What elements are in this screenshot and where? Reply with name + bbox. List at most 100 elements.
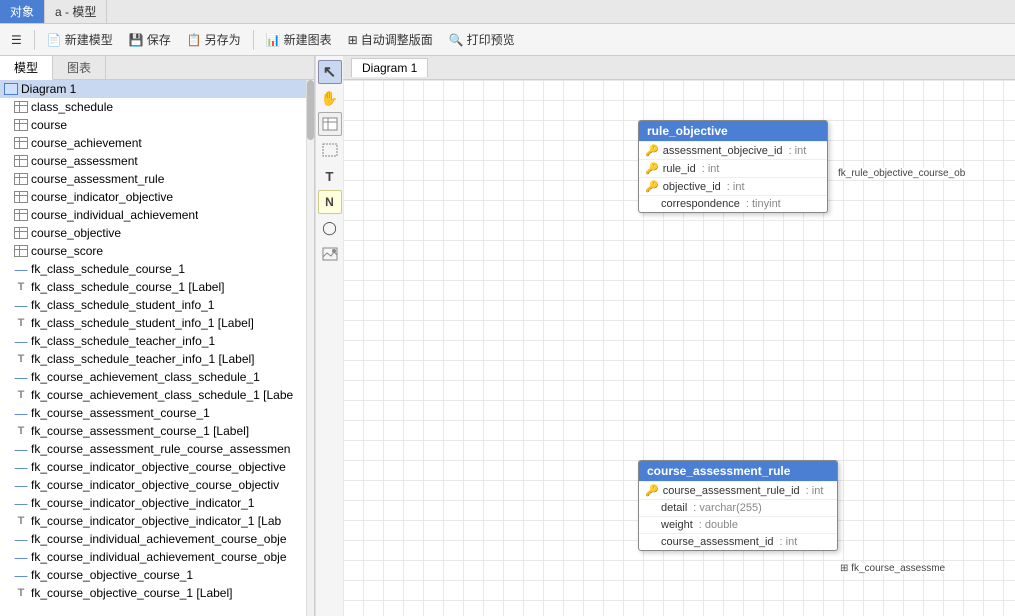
table-tool-icon bbox=[322, 117, 338, 131]
arrow-icon: — bbox=[14, 263, 28, 275]
tree-item-fk5[interactable]: — fk_course_assessment_course_1 bbox=[0, 404, 314, 422]
tree-item-fk12[interactable]: — fk_course_objective_course_1 bbox=[0, 566, 314, 584]
tool-image[interactable] bbox=[318, 242, 342, 266]
table-course-assessment-rule[interactable]: course_assessment_rule 🔑 course_assessme… bbox=[638, 460, 838, 551]
scroll-thumb[interactable] bbox=[307, 80, 314, 140]
tree-item-fk10[interactable]: — fk_course_individual_achievement_cours… bbox=[0, 530, 314, 548]
tree-item-label: course_assessment bbox=[31, 154, 138, 168]
new-table-button[interactable]: 📊 新建图表 bbox=[259, 27, 339, 52]
table-row: course_assessment_id : int bbox=[639, 533, 837, 550]
canvas[interactable]: fk_rule_objective_course_assessment_rule… bbox=[343, 80, 1015, 616]
tree-item-fk11[interactable]: — fk_course_individual_achievement_cours… bbox=[0, 548, 314, 566]
save-as-button[interactable]: 📋 另存为 bbox=[180, 27, 248, 52]
tree-item-course_individual_achievement[interactable]: course_individual_achievement bbox=[0, 206, 314, 224]
tree-item-course_assessment[interactable]: course_assessment bbox=[0, 152, 314, 170]
arrow-icon: — bbox=[14, 551, 28, 563]
key-icon: 🔑 bbox=[645, 484, 659, 497]
tree-item-fk12-label[interactable]: T fk_course_objective_course_1 [Label] bbox=[0, 584, 314, 602]
diagram-tab-1[interactable]: Diagram 1 bbox=[351, 58, 428, 77]
tab-model-panel[interactable]: 模型 bbox=[0, 56, 53, 80]
tree-item-label: fk_course_indicator_objective_course_obj… bbox=[31, 460, 286, 474]
table-icon bbox=[14, 209, 28, 221]
left-scrollbar[interactable] bbox=[306, 80, 314, 616]
save-as-icon: 📋 bbox=[187, 33, 202, 47]
tree-item-fk4[interactable]: — fk_course_achievement_class_schedule_1 bbox=[0, 368, 314, 386]
table-icon bbox=[14, 155, 28, 167]
tree-list[interactable]: Diagram 1 class_schedule course course_a… bbox=[0, 80, 314, 616]
tool-hand[interactable]: ✋ bbox=[318, 86, 342, 110]
tree-item-label: fk_course_indicator_objective_indicator_… bbox=[31, 496, 254, 510]
print-preview-button[interactable]: 🔍 打印预览 bbox=[442, 27, 522, 52]
tool-select[interactable]: ↖ bbox=[318, 60, 342, 84]
tool-shape[interactable]: ◯ bbox=[318, 216, 342, 240]
new-table-icon: 📊 bbox=[266, 33, 281, 47]
tree-item-fk1-label[interactable]: T fk_class_schedule_course_1 [Label] bbox=[0, 278, 314, 296]
tree-item-course_assessment_rule[interactable]: course_assessment_rule bbox=[0, 170, 314, 188]
tree-item-fk6[interactable]: — fk_course_assessment_rule_course_asses… bbox=[0, 440, 314, 458]
tree-item-label: Diagram 1 bbox=[21, 82, 76, 96]
tree-item-fk1[interactable]: — fk_class_schedule_course_1 bbox=[0, 260, 314, 278]
tree-item-course_score[interactable]: course_score bbox=[0, 242, 314, 260]
tool-text[interactable]: T bbox=[318, 164, 342, 188]
link-icon: T bbox=[14, 281, 28, 293]
new-model-button[interactable]: 📄 新建模型 bbox=[40, 27, 120, 52]
tree-item-fk3[interactable]: — fk_class_schedule_teacher_info_1 bbox=[0, 332, 314, 350]
table-icon bbox=[14, 119, 28, 131]
tree-item-fk9-label[interactable]: T fk_course_indicator_objective_indicato… bbox=[0, 512, 314, 530]
table-rule-objective[interactable]: rule_objective 🔑 assessment_objecive_id … bbox=[638, 120, 828, 213]
hand-icon: ✋ bbox=[321, 90, 338, 107]
auto-layout-button[interactable]: ⊞ 自动调整版面 bbox=[341, 27, 440, 52]
tab-graph-panel[interactable]: 图表 bbox=[53, 56, 106, 79]
top-tab-bar: 对象 a - 模型 bbox=[0, 0, 1015, 24]
tree-item-fk7[interactable]: — fk_course_indicator_objective_course_o… bbox=[0, 458, 314, 476]
tree-item-fk8[interactable]: — fk_course_indicator_objective_course_o… bbox=[0, 476, 314, 494]
tree-item-fk5-label[interactable]: T fk_course_assessment_course_1 [Label] bbox=[0, 422, 314, 440]
tree-item-fk3-label[interactable]: T fk_class_schedule_teacher_info_1 [Labe… bbox=[0, 350, 314, 368]
table-row: detail : varchar(255) bbox=[639, 499, 837, 516]
tree-item-fk4-label[interactable]: T fk_course_achievement_class_schedule_1… bbox=[0, 386, 314, 404]
arrow-icon: — bbox=[14, 371, 28, 383]
tree-item-fk2-label[interactable]: T fk_class_schedule_student_info_1 [Labe… bbox=[0, 314, 314, 332]
shape-tool-icon: ◯ bbox=[322, 220, 337, 236]
key-icon: 🔑 bbox=[645, 180, 659, 193]
tree-item-course[interactable]: course bbox=[0, 116, 314, 134]
auto-layout-icon: ⊞ bbox=[348, 33, 358, 47]
sep2 bbox=[253, 30, 254, 50]
tool-note[interactable]: N bbox=[318, 190, 342, 214]
tree-item-label: course_objective bbox=[31, 226, 121, 240]
tab-model-label: a - 模型 bbox=[55, 3, 96, 20]
resize-tool-icon bbox=[322, 143, 338, 157]
tree-item-label: fk_course_objective_course_1 bbox=[31, 568, 193, 582]
table-header-rule-objective: rule_objective bbox=[639, 121, 827, 141]
link-icon: T bbox=[14, 515, 28, 527]
relation-label-3: ⊞ fk_course_assessme bbox=[840, 563, 945, 574]
key-icon: 🔑 bbox=[645, 144, 659, 157]
arrow-icon: — bbox=[14, 533, 28, 545]
table-row: 🔑 course_assessment_rule_id : int bbox=[639, 481, 837, 499]
tree-item-label: fk_class_schedule_student_info_1 [Label] bbox=[31, 316, 254, 330]
table-header-car: course_assessment_rule bbox=[639, 461, 837, 481]
arrow-icon: — bbox=[14, 299, 28, 311]
tree-item-course_indicator_objective[interactable]: course_indicator_objective bbox=[0, 188, 314, 206]
tree-item-fk2[interactable]: — fk_class_schedule_student_info_1 bbox=[0, 296, 314, 314]
hamburger-menu[interactable]: ☰ bbox=[4, 29, 29, 51]
link-icon: T bbox=[14, 389, 28, 401]
tab-model[interactable]: a - 模型 bbox=[45, 0, 107, 23]
tool-resize[interactable] bbox=[318, 138, 342, 162]
table-row: 🔑 objective_id : int bbox=[639, 177, 827, 195]
tree-item-diagram1[interactable]: Diagram 1 bbox=[0, 80, 314, 98]
text-tool-icon: T bbox=[326, 169, 334, 184]
tree-item-label: fk_course_individual_achievement_course_… bbox=[31, 532, 287, 546]
tree-item-course_objective[interactable]: course_objective bbox=[0, 224, 314, 242]
tab-objects[interactable]: 对象 bbox=[0, 0, 45, 23]
tree-item-label: fk_course_objective_course_1 [Label] bbox=[31, 586, 232, 600]
save-button[interactable]: 💾 保存 bbox=[122, 27, 178, 52]
tree-item-label: course_individual_achievement bbox=[31, 208, 198, 222]
tree-item-class_schedule[interactable]: class_schedule bbox=[0, 98, 314, 116]
table-icon bbox=[14, 245, 28, 257]
tree-item-fk9[interactable]: — fk_course_indicator_objective_indicato… bbox=[0, 494, 314, 512]
relation-label-1: fk_rule_objective_course_ob bbox=[838, 168, 965, 179]
tree-item-label: fk_class_schedule_student_info_1 bbox=[31, 298, 214, 312]
tree-item-course_achievement[interactable]: course_achievement bbox=[0, 134, 314, 152]
tool-table[interactable] bbox=[318, 112, 342, 136]
